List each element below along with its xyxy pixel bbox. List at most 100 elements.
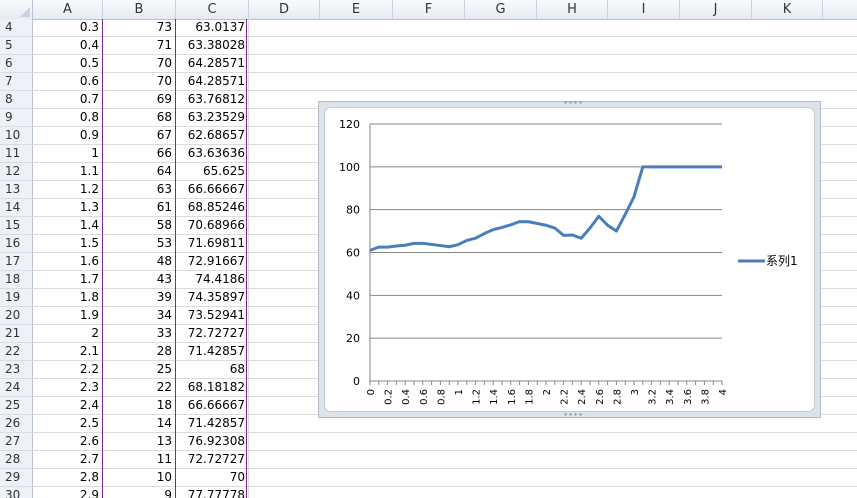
cell-b[interactable]: 13 [103, 433, 176, 450]
cell-a[interactable]: 1.9 [33, 307, 103, 324]
row-header[interactable]: 23 [0, 361, 33, 378]
cell-a[interactable]: 0.4 [33, 37, 103, 54]
row-header[interactable]: 10 [0, 127, 33, 144]
cell-a[interactable]: 2.9 [33, 487, 103, 498]
cell-a[interactable]: 1.2 [33, 181, 103, 198]
row-header[interactable]: 14 [0, 199, 33, 216]
cell-b[interactable]: 68 [103, 109, 176, 126]
chart-area[interactable]: 0 20 40 60 80 100 120 0 0.2 0.4 0.6 0.8 1 1.2 1.4 1.6 1.… [324, 107, 815, 412]
cell-c[interactable]: 77.77778 [176, 487, 249, 498]
row-header[interactable]: 16 [0, 235, 33, 252]
cell-a[interactable]: 2.7 [33, 451, 103, 468]
row-header[interactable]: 29 [0, 469, 33, 486]
cell-a[interactable]: 2.6 [33, 433, 103, 450]
cell-c[interactable]: 63.63636 [176, 145, 249, 162]
cell-b[interactable]: 25 [103, 361, 176, 378]
cell-a[interactable]: 2 [33, 325, 103, 342]
cell-a[interactable]: 2.8 [33, 469, 103, 486]
row-header[interactable]: 12 [0, 163, 33, 180]
cell-b[interactable]: 69 [103, 91, 176, 108]
cell-a[interactable]: 2.5 [33, 415, 103, 432]
cell-a[interactable]: 2.3 [33, 379, 103, 396]
cell-a[interactable]: 1.5 [33, 235, 103, 252]
row-header[interactable]: 25 [0, 397, 33, 414]
column-header-k[interactable]: K [752, 0, 823, 19]
row-header[interactable]: 4 [0, 19, 33, 36]
row-header[interactable]: 13 [0, 181, 33, 198]
row-header[interactable]: 20 [0, 307, 33, 324]
cell-b[interactable]: 70 [103, 55, 176, 72]
cell-c[interactable]: 66.66667 [176, 397, 249, 414]
column-header-h[interactable]: H [537, 0, 608, 19]
cell-a[interactable]: 0.5 [33, 55, 103, 72]
cell-b[interactable]: 14 [103, 415, 176, 432]
column-header-c[interactable]: C [176, 0, 249, 19]
cell-b[interactable]: 61 [103, 199, 176, 216]
cell-a[interactable]: 0.6 [33, 73, 103, 90]
row-header[interactable]: 19 [0, 289, 33, 306]
cell-c[interactable]: 72.91667 [176, 253, 249, 270]
cell-a[interactable]: 2.4 [33, 397, 103, 414]
cell-c[interactable]: 73.52941 [176, 307, 249, 324]
cell-c[interactable]: 68 [176, 361, 249, 378]
cell-b[interactable]: 71 [103, 37, 176, 54]
cell-b[interactable]: 70 [103, 73, 176, 90]
cell-c[interactable]: 71.42857 [176, 415, 249, 432]
cell-c[interactable]: 70 [176, 469, 249, 486]
cell-c[interactable]: 66.66667 [176, 181, 249, 198]
cell-a[interactable]: 1.4 [33, 217, 103, 234]
cell-b[interactable]: 43 [103, 271, 176, 288]
cell-b[interactable]: 73 [103, 19, 176, 36]
cell-a[interactable]: 1.6 [33, 253, 103, 270]
cell-a[interactable]: 1.1 [33, 163, 103, 180]
chart-frame[interactable]: ∙∙∙∙ ∙∙∙∙ 0 20 40 60 80 100 120 0 0.2 0.4 0.6 0.8 1 1… [318, 99, 821, 419]
cell-c[interactable]: 63.23529 [176, 109, 249, 126]
cell-b[interactable]: 10 [103, 469, 176, 486]
cell-a[interactable]: 1.7 [33, 271, 103, 288]
row-header[interactable]: 9 [0, 109, 33, 126]
cell-c[interactable]: 63.76812 [176, 91, 249, 108]
select-all-corner[interactable] [0, 0, 33, 19]
row-header[interactable]: 21 [0, 325, 33, 342]
cell-c[interactable]: 74.35897 [176, 289, 249, 306]
row-header[interactable]: 28 [0, 451, 33, 468]
cell-b[interactable]: 64 [103, 163, 176, 180]
cell-a[interactable]: 2.2 [33, 361, 103, 378]
cell-a[interactable]: 1.3 [33, 199, 103, 216]
cell-c[interactable]: 74.4186 [176, 271, 249, 288]
cell-b[interactable]: 63 [103, 181, 176, 198]
row-header[interactable]: 26 [0, 415, 33, 432]
column-header-i[interactable]: I [608, 0, 680, 19]
cell-c[interactable]: 72.72727 [176, 325, 249, 342]
row-header[interactable]: 27 [0, 433, 33, 450]
cell-b[interactable]: 66 [103, 145, 176, 162]
cell-c[interactable]: 71.69811 [176, 235, 249, 252]
row-header[interactable]: 6 [0, 55, 33, 72]
column-header-g[interactable]: G [465, 0, 537, 19]
cell-c[interactable]: 62.68657 [176, 127, 249, 144]
column-header-j[interactable]: J [680, 0, 752, 19]
row-header[interactable]: 5 [0, 37, 33, 54]
row-header[interactable]: 24 [0, 379, 33, 396]
column-header-b[interactable]: B [103, 0, 176, 19]
row-header[interactable]: 15 [0, 217, 33, 234]
cell-c[interactable]: 65.625 [176, 163, 249, 180]
cell-c[interactable]: 71.42857 [176, 343, 249, 360]
row-header[interactable]: 7 [0, 73, 33, 90]
row-header[interactable]: 22 [0, 343, 33, 360]
row-header[interactable]: 18 [0, 271, 33, 288]
cell-b[interactable]: 58 [103, 217, 176, 234]
column-header-d[interactable]: D [249, 0, 320, 19]
row-header[interactable]: 11 [0, 145, 33, 162]
cell-a[interactable]: 0.7 [33, 91, 103, 108]
cell-b[interactable]: 9 [103, 487, 176, 498]
cell-c[interactable]: 63.38028 [176, 37, 249, 54]
resize-handle-top[interactable]: ∙∙∙∙ [563, 99, 583, 107]
cell-c[interactable]: 64.28571 [176, 73, 249, 90]
cell-c[interactable]: 68.85246 [176, 199, 249, 216]
column-header-e[interactable]: E [320, 0, 393, 19]
cell-a[interactable]: 0.8 [33, 109, 103, 126]
row-header[interactable]: 17 [0, 253, 33, 270]
row-header[interactable]: 30 [0, 487, 33, 498]
cell-b[interactable]: 28 [103, 343, 176, 360]
